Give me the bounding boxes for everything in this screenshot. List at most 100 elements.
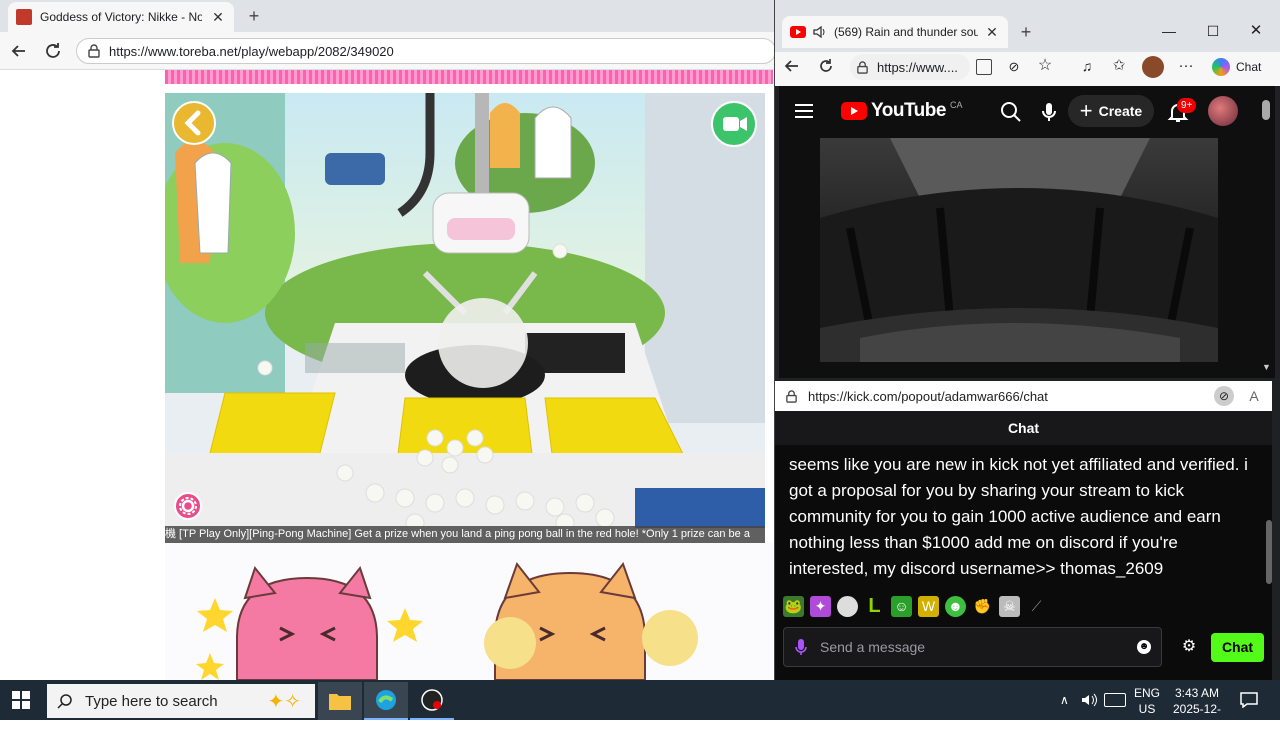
emote-icon[interactable]: ⟋: [1026, 596, 1047, 617]
emoji-picker-icon[interactable]: ☻: [1137, 640, 1151, 654]
right-address-bar[interactable]: https://www....: [850, 54, 970, 80]
pink-header-strip: [165, 70, 773, 84]
prize-info-marquee: 機 [TP Play Only][Ping-Pong Machine] Get …: [165, 526, 765, 543]
reload-icon[interactable]: [816, 56, 836, 76]
kick-url-text: https://kick.com/popout/adamwar666/chat: [808, 388, 1048, 404]
emote-icon[interactable]: L: [864, 596, 885, 617]
profile-avatar[interactable]: [1142, 56, 1164, 78]
emote-icon[interactable]: ☺: [891, 596, 912, 617]
notification-badge: 9+: [1177, 98, 1197, 113]
send-chat-button[interactable]: Chat: [1211, 633, 1264, 662]
notifications-center-icon[interactable]: [1240, 692, 1258, 708]
favorites-icon[interactable]: ✩: [1110, 57, 1128, 75]
youtube-logo[interactable]: YouTube CA: [841, 100, 962, 122]
youtube-favicon-icon: [790, 26, 806, 38]
input-language-indicator[interactable]: ENG US: [1133, 685, 1161, 717]
right-url-text: https://www....: [877, 59, 958, 75]
kick-address-bar[interactable]: https://kick.com/popout/adamwar666/chat: [775, 381, 1272, 411]
search-icon[interactable]: [1000, 101, 1022, 123]
youtube-region: CA: [949, 100, 963, 110]
close-window-icon[interactable]: ✕: [1245, 20, 1267, 42]
claw-machine-camera-feed: [165, 93, 765, 543]
back-arrow-icon[interactable]: [782, 56, 802, 76]
youtube-tab[interactable]: (569) Rain and thunder soun ✕: [782, 16, 1008, 48]
read-aloud-icon[interactable]: A: [1244, 386, 1264, 406]
search-placeholder: Type here to search: [85, 692, 218, 710]
copilot-icon: [1212, 58, 1230, 76]
user-avatar[interactable]: [1208, 96, 1238, 126]
keyboard-icon[interactable]: [1104, 693, 1126, 707]
volume-icon[interactable]: [1081, 692, 1099, 708]
chat-header: Chat: [775, 411, 1272, 445]
lock-icon: [857, 60, 868, 74]
copilot-chat-button[interactable]: Chat: [1212, 56, 1272, 78]
emote-icon[interactable]: ✦: [810, 596, 831, 617]
microphone-icon[interactable]: [1040, 101, 1058, 123]
emote-icon[interactable]: 🐸: [783, 596, 804, 617]
lock-icon: [88, 44, 100, 58]
message-input[interactable]: Send a message ☻: [783, 627, 1162, 667]
lang-top: ENG: [1133, 686, 1160, 700]
emote-icon[interactable]: W: [918, 596, 939, 617]
left-tab-title: Goddess of Victory: Nikke - Noodl: [40, 10, 202, 24]
lang-bottom: US: [1138, 702, 1156, 716]
left-url-text: https://www.toreba.net/play/webapp/2082/…: [109, 43, 394, 59]
search-icon: [57, 694, 72, 709]
clock-time: 3:43 AM: [1174, 686, 1220, 700]
read-aloud-icon[interactable]: ♫: [1078, 57, 1096, 75]
scroll-down-arrow-icon[interactable]: ▼: [1262, 362, 1272, 372]
tracking-prevention-icon[interactable]: ⊘: [1006, 59, 1022, 75]
youtube-play-icon: [841, 102, 867, 120]
more-menu-icon[interactable]: ···: [1176, 57, 1196, 75]
close-tab-icon[interactable]: ✕: [984, 24, 1000, 40]
message-placeholder: Send a message: [820, 639, 926, 655]
emote-icon[interactable]: ☠: [999, 596, 1020, 617]
emote-icon[interactable]: [837, 596, 858, 617]
hidden-eye-icon[interactable]: ⊘: [1214, 386, 1234, 406]
show-hidden-icons-chevron-icon[interactable]: ∧: [1060, 693, 1074, 707]
cheering-cats-illustration: [165, 543, 773, 680]
chat-scrollbar[interactable]: [1266, 520, 1272, 584]
camera-switch-button[interactable]: [711, 101, 757, 147]
back-arrow-icon[interactable]: [8, 40, 30, 62]
video-player[interactable]: [820, 138, 1218, 362]
reload-icon[interactable]: [42, 40, 64, 62]
search-highlight-sparkle-icon: ✦✧: [267, 690, 301, 713]
maximize-icon[interactable]: ☐: [1202, 20, 1224, 42]
new-tab-icon[interactable]: +: [242, 4, 266, 28]
right-tab-title: (569) Rain and thunder soun: [834, 25, 978, 39]
scrollbar-thumb[interactable]: [1262, 100, 1270, 120]
emote-icon[interactable]: ☻: [945, 596, 966, 617]
microphone-icon[interactable]: [794, 638, 808, 656]
left-browser-tab[interactable]: Goddess of Victory: Nikke - Noodl ✕: [8, 2, 234, 32]
back-chevron-button[interactable]: [172, 101, 216, 145]
taskbar-search-box[interactable]: Type here to search ✦✧: [47, 684, 315, 718]
system-clock[interactable]: 3:43 AM 2025-12-29: [1170, 685, 1224, 733]
speaker-icon[interactable]: [812, 24, 828, 40]
file-explorer-icon[interactable]: [318, 682, 362, 720]
chat-message: seems like you are new in kick not yet a…: [789, 455, 1248, 578]
close-tab-icon[interactable]: ✕: [210, 9, 226, 25]
lock-icon: [786, 389, 797, 403]
copilot-label: Chat: [1236, 60, 1262, 74]
emote-icon[interactable]: ✊: [972, 596, 993, 617]
create-label: Create: [1098, 103, 1143, 119]
chat-settings-gear-icon[interactable]: ⚙: [1180, 638, 1198, 656]
obs-record-icon[interactable]: [410, 682, 454, 720]
youtube-logo-text: YouTube: [871, 100, 946, 121]
settings-gear-icon[interactable]: [174, 492, 202, 520]
new-tab-icon[interactable]: +: [1014, 20, 1038, 44]
emote-row: 🐸 ✦ L ☺ W ☻ ✊ ☠ ⟋: [783, 596, 1047, 617]
edge-browser-icon[interactable]: [364, 682, 408, 720]
minimize-icon[interactable]: —: [1158, 20, 1180, 42]
tab-favicon-icon: [16, 9, 32, 25]
windows-start-icon[interactable]: [12, 691, 30, 709]
clock-date: 2025-12-29: [1172, 702, 1222, 732]
right-title-strip: [775, 0, 1280, 10]
favorite-star-icon[interactable]: ☆: [1036, 57, 1054, 75]
hamburger-menu-icon[interactable]: [794, 103, 814, 119]
app-grid-icon[interactable]: [976, 59, 992, 75]
left-address-bar[interactable]: https://www.toreba.net/play/webapp/2082/…: [76, 38, 776, 64]
create-button[interactable]: + Create: [1068, 95, 1154, 127]
plus-icon: +: [1079, 98, 1093, 123]
